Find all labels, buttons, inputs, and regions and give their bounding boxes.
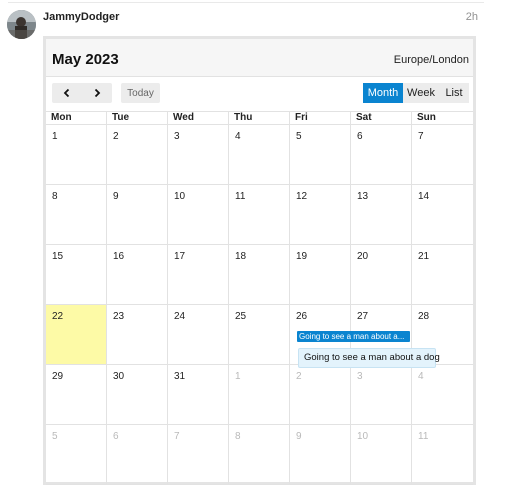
weekday-header: Sat	[351, 112, 412, 124]
chevron-left-icon	[63, 88, 70, 98]
day-cell-other-month[interactable]: 2	[290, 365, 351, 424]
day-cell-today[interactable]: 22	[46, 305, 107, 364]
day-cell[interactable]: 18	[229, 245, 290, 304]
day-cell[interactable]: 21	[412, 245, 473, 304]
avatar[interactable]	[7, 10, 36, 39]
weekday-header: Mon	[46, 112, 107, 124]
day-cell-other-month[interactable]: 5	[46, 425, 107, 484]
day-cell[interactable]: 8	[46, 185, 107, 244]
view-week-button[interactable]: Week	[403, 83, 439, 103]
day-cell[interactable]: 15	[46, 245, 107, 304]
timezone-label: Europe/London	[393, 54, 469, 66]
day-cell[interactable]: 4	[229, 125, 290, 184]
day-cell[interactable]: 17	[168, 245, 229, 304]
day-cell[interactable]: 9	[107, 185, 168, 244]
day-cell-other-month[interactable]: 6	[107, 425, 168, 484]
day-cell[interactable]: 1	[46, 125, 107, 184]
next-month-button[interactable]	[82, 83, 112, 103]
weekday-header: Wed	[168, 112, 229, 124]
day-cell[interactable]: 19	[290, 245, 351, 304]
day-cell[interactable]: 11	[229, 185, 290, 244]
day-cell-other-month[interactable]: 7	[168, 425, 229, 484]
week-row: 29 30 31 1 2 3 4	[46, 365, 473, 425]
day-cell-other-month[interactable]: 1	[229, 365, 290, 424]
day-cell[interactable]: 14	[412, 185, 473, 244]
event-tooltip: Going to see a man about a dog	[298, 348, 440, 368]
prev-month-button[interactable]	[52, 83, 82, 103]
day-cell-other-month[interactable]: 9	[290, 425, 351, 484]
day-cell-other-month[interactable]: 8	[229, 425, 290, 484]
month-grid: Mon Tue Wed Thu Fri Sat Sun 1 2 3 4 5 6 …	[46, 111, 473, 485]
day-cell[interactable]: 10	[168, 185, 229, 244]
divider	[8, 2, 484, 3]
week-row: 5 6 7 8 9 10 11	[46, 425, 473, 485]
day-cell-other-month[interactable]: 10	[351, 425, 412, 484]
today-button[interactable]: Today	[121, 83, 160, 103]
chevron-right-icon	[94, 88, 101, 98]
day-cell[interactable]: 23	[107, 305, 168, 364]
day-cell[interactable]: 16	[107, 245, 168, 304]
day-cell[interactable]: 2	[107, 125, 168, 184]
day-cell[interactable]: 5	[290, 125, 351, 184]
day-cell[interactable]: 20	[351, 245, 412, 304]
day-cell-other-month[interactable]: 11	[412, 425, 473, 484]
month-nav	[52, 83, 112, 103]
forum-post: JammyDodger 2h May 2023 Europe/London To…	[0, 0, 510, 500]
day-cell-other-month[interactable]: 4	[412, 365, 473, 424]
day-cell[interactable]: 6	[351, 125, 412, 184]
post-timestamp[interactable]: 2h	[466, 11, 478, 23]
view-list-button[interactable]: List	[439, 83, 469, 103]
weekday-header: Sun	[417, 112, 436, 123]
week-row: 15 16 17 18 19 20 21	[46, 245, 473, 305]
view-switcher: Month Week List	[363, 83, 469, 103]
weekday-header: Fri	[290, 112, 351, 124]
week-row: 1 2 3 4 5 6 7	[46, 125, 473, 185]
day-cell[interactable]: 30	[107, 365, 168, 424]
day-cell[interactable]: 12	[290, 185, 351, 244]
calendar-header: May 2023 Europe/London	[46, 39, 473, 77]
avatar-image	[7, 10, 36, 39]
day-cell[interactable]: 13	[351, 185, 412, 244]
day-cell-other-month[interactable]: 3	[351, 365, 412, 424]
day-cell[interactable]: 29	[46, 365, 107, 424]
calendar-title: May 2023	[52, 51, 119, 68]
day-cell[interactable]: 3	[168, 125, 229, 184]
view-month-button[interactable]: Month	[363, 83, 403, 103]
day-cell[interactable]: 24	[168, 305, 229, 364]
day-cell[interactable]: 31	[168, 365, 229, 424]
calendar-widget: May 2023 Europe/London Today Month Week …	[43, 36, 476, 485]
weekday-header: Thu	[229, 112, 290, 124]
week-row: 8 9 10 11 12 13 14	[46, 185, 473, 245]
weekday-header-row: Mon Tue Wed Thu Fri Sat Sun	[46, 111, 473, 125]
calendar-event[interactable]: Going to see a man about a...	[297, 331, 410, 342]
day-cell[interactable]: 7	[412, 125, 473, 184]
weekday-header: Tue	[107, 112, 168, 124]
day-cell[interactable]: 25	[229, 305, 290, 364]
post-username[interactable]: JammyDodger	[43, 11, 119, 23]
